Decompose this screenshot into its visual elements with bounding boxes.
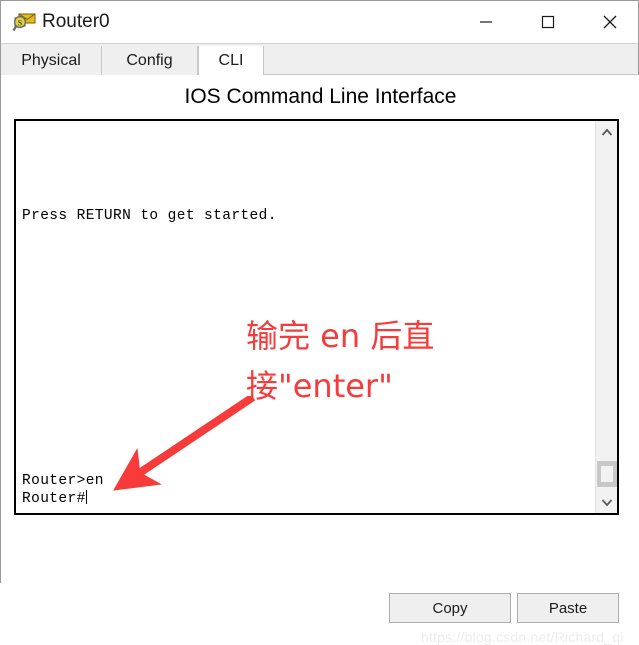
console-text: Press RETURN to get started. Router>en Ro… [22,121,592,513]
packet-tracer-router-icon: S [12,11,36,34]
watermark-text: https://blog.csdn.net/Richard_qi [421,629,624,645]
close-button[interactable] [587,1,633,43]
tab-physical-label: Physical [21,51,81,69]
tab-config[interactable]: Config [102,46,198,75]
cli-pane: IOS Command Line Interface Press RETURN … [1,75,639,645]
paste-button[interactable]: Paste [517,593,619,623]
chevron-up-icon [601,128,613,136]
tab-config-label: Config [126,51,173,69]
maximize-button[interactable] [525,1,571,43]
window-title: Router0 [42,11,110,32]
console-line-press-return: Press RETURN to get started. [22,208,277,224]
scrollbar-thumb[interactable] [597,461,617,487]
tab-cli-label: CLI [218,51,244,69]
router-cli-window: S Router0 Physical Config CLI IOS Comman… [0,0,639,645]
title-bar: S Router0 [1,1,638,44]
text-caret [85,490,87,504]
tab-physical[interactable]: Physical [1,46,102,75]
copy-button[interactable]: Copy [389,593,511,623]
copy-button-label: Copy [432,599,468,617]
console-vertical-scrollbar[interactable] [595,121,617,513]
minimize-button[interactable] [463,1,509,43]
chevron-down-icon [601,498,613,506]
svg-text:S: S [18,18,23,27]
close-icon [603,15,617,29]
minimize-icon [480,21,492,23]
tab-cli[interactable]: CLI [198,46,264,76]
console-output-area[interactable]: Press RETURN to get started. Router>en Ro… [14,119,619,515]
maximize-icon [541,15,555,29]
paste-button-label: Paste [548,599,588,617]
tab-strip: Physical Config CLI [1,44,638,76]
scroll-up-arrow-button[interactable] [596,121,617,143]
page-title: IOS Command Line Interface [184,85,457,108]
console-prompt-block: Router>en Router# [22,473,104,508]
console-line-router-en: Router>en [22,473,104,489]
scroll-down-arrow-button[interactable] [596,491,617,513]
console-line-router-hash: Router# [22,491,86,507]
